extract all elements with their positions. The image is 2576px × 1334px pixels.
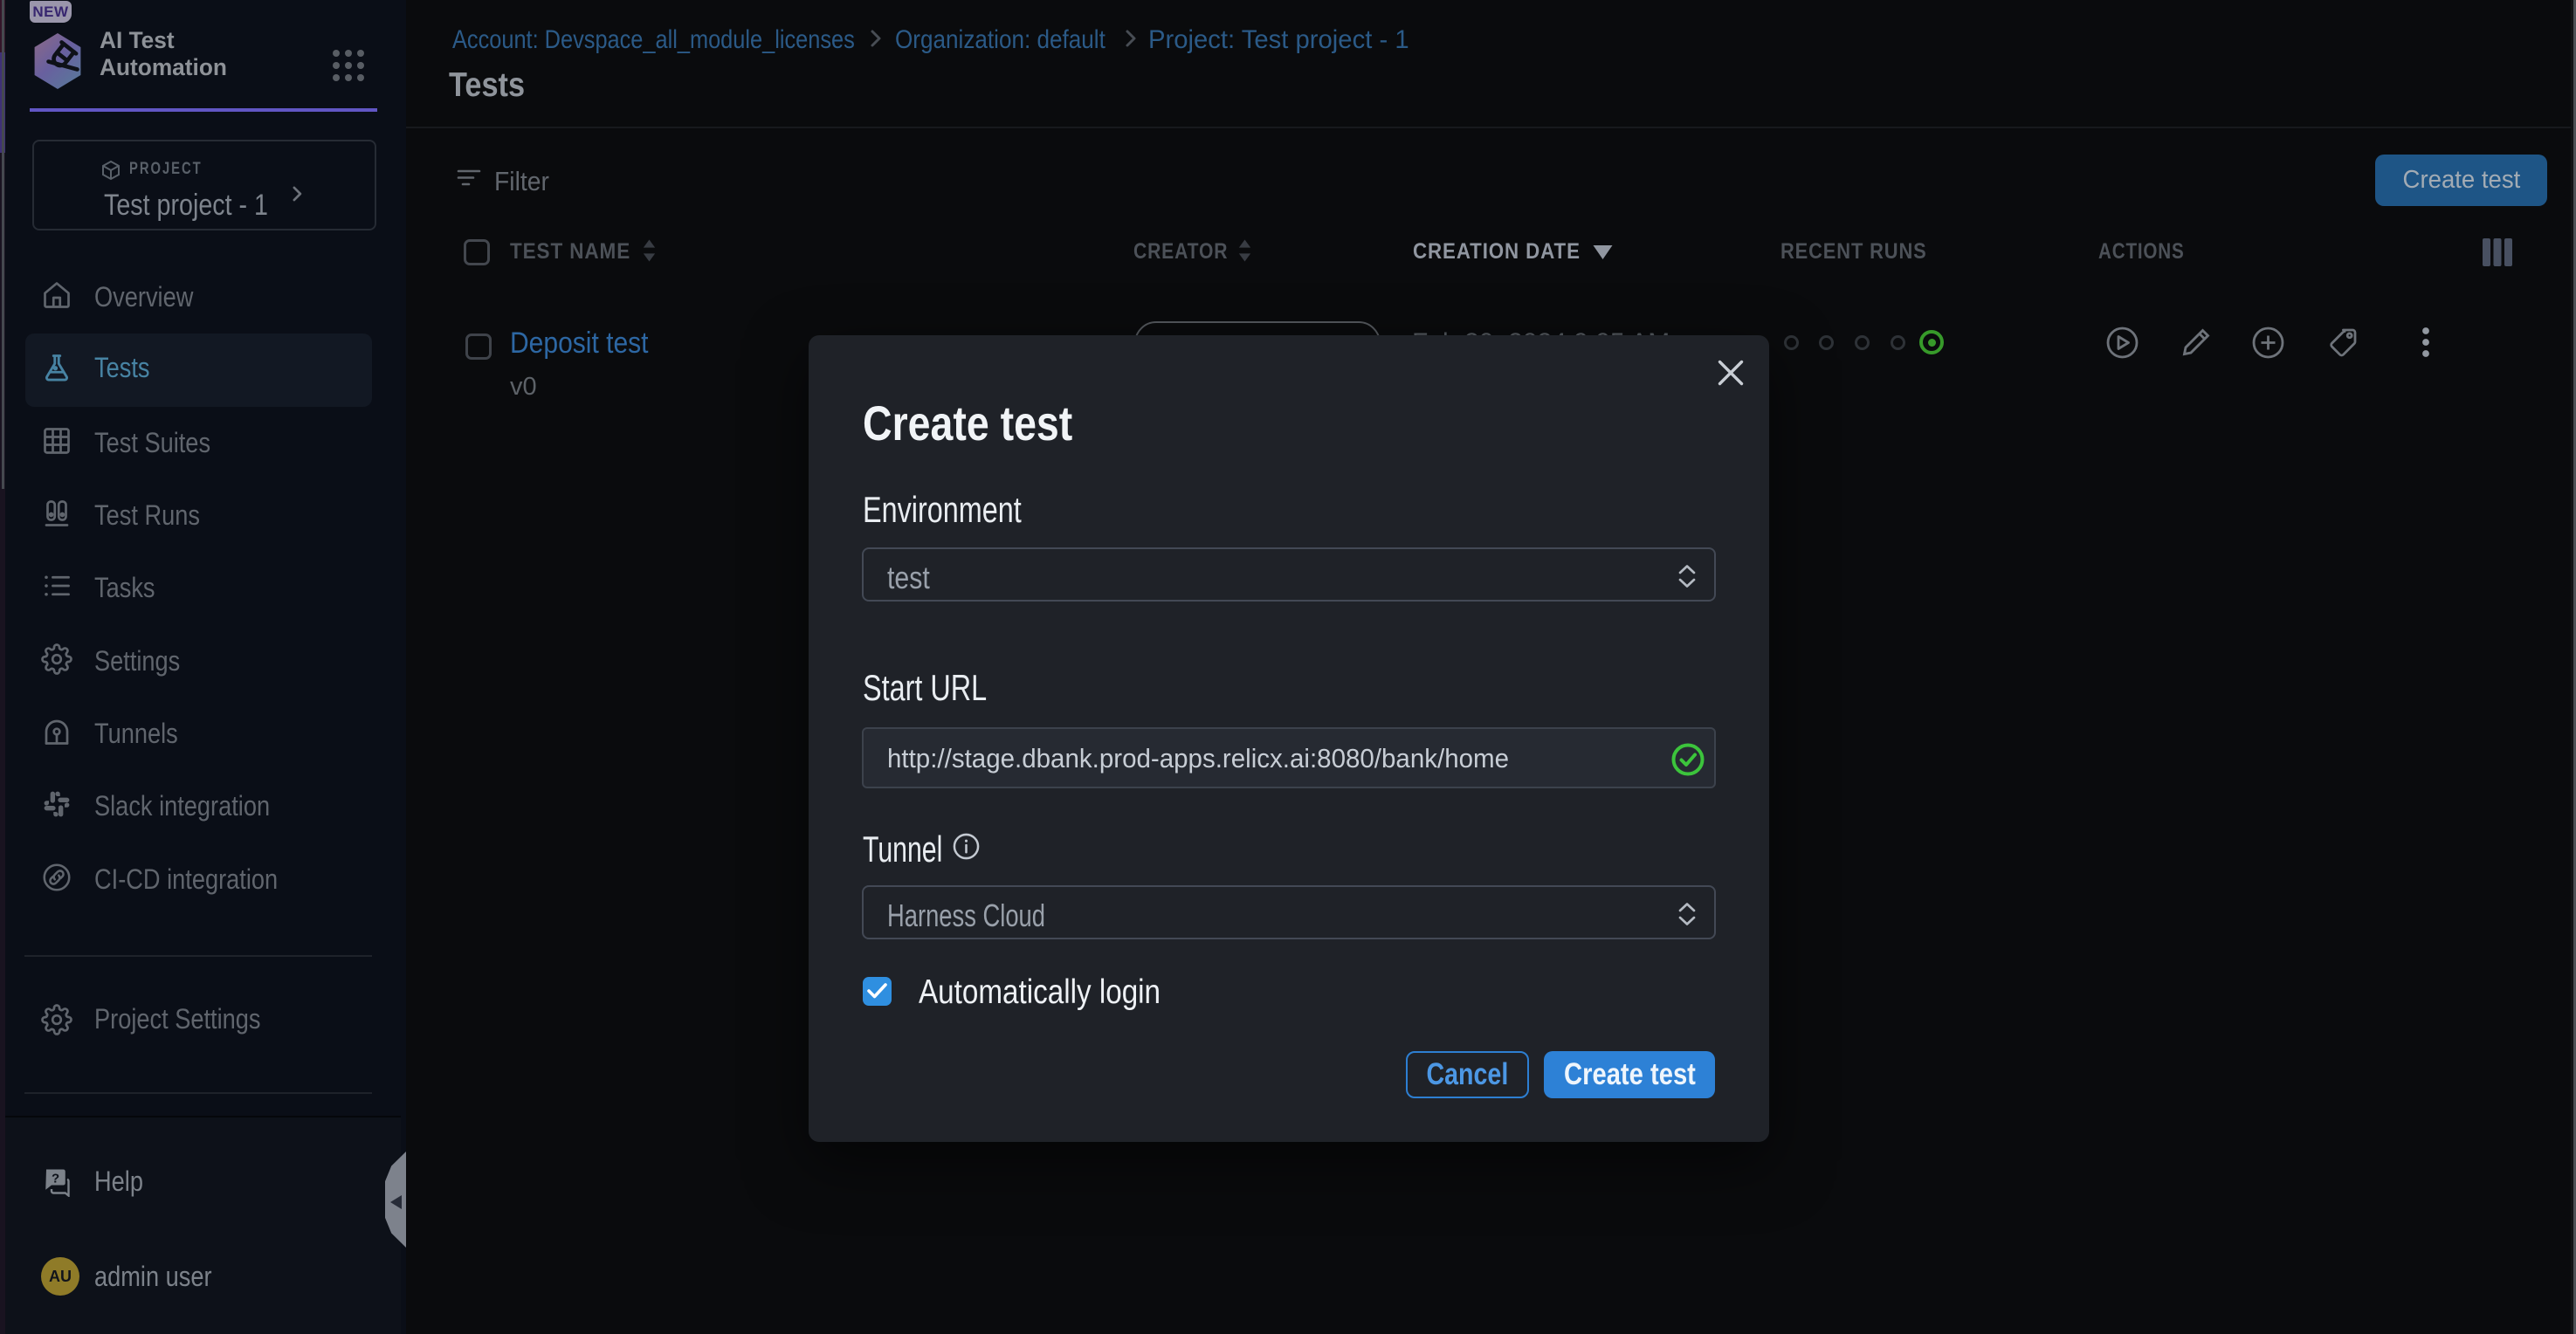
svg-text:?: ?: [52, 1172, 59, 1186]
